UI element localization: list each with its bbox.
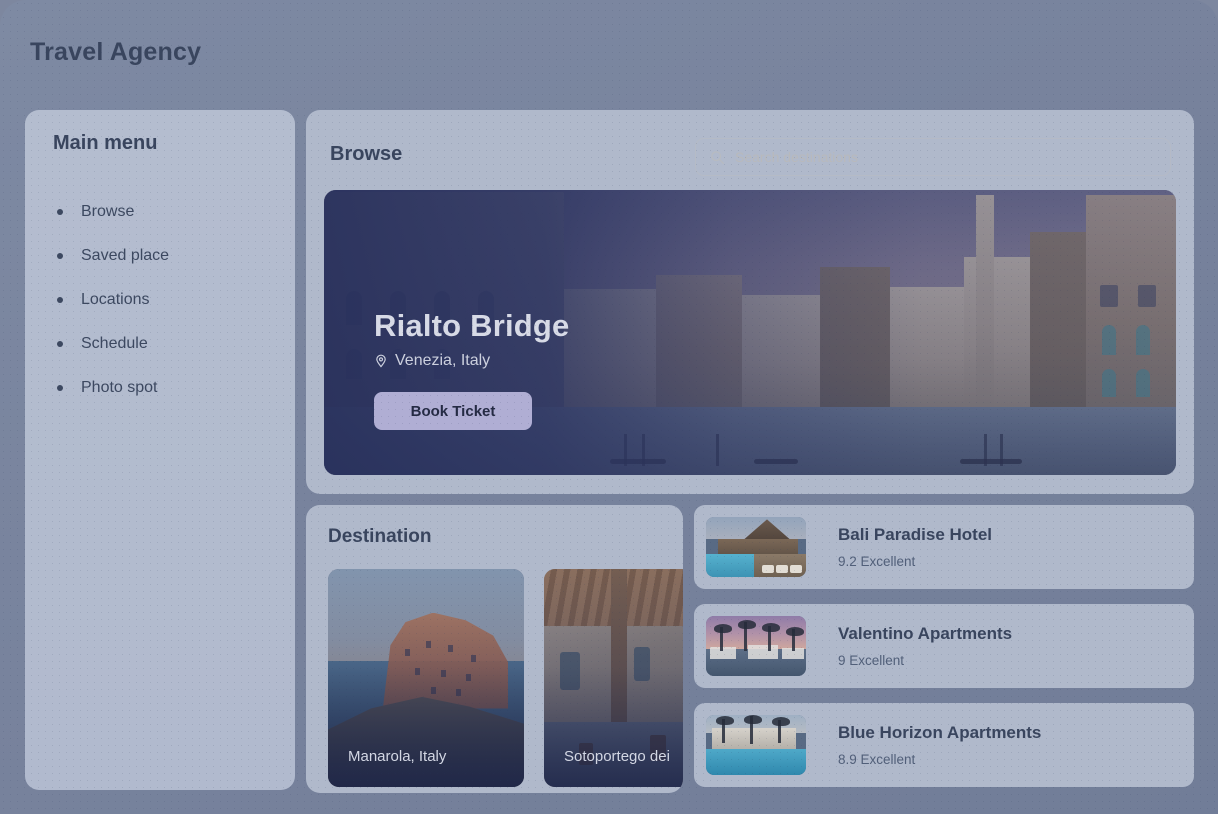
app-title: Travel Agency [30, 38, 202, 66]
bullet-icon [57, 341, 63, 347]
hotel-thumbnail [706, 715, 806, 775]
destination-panel: Destination Manarola, Italy Sotoportego … [306, 505, 683, 793]
hotel-card-valentino-apartments[interactable]: Valentino Apartments 9 Excellent [694, 604, 1194, 688]
hotel-card-blue-horizon-apartments[interactable]: Blue Horizon Apartments 8.9 Excellent [694, 703, 1194, 787]
bullet-icon [57, 253, 63, 259]
hero-card[interactable]: Rialto Bridge Venezia, Italy Book Ticket [324, 190, 1176, 475]
hero-location-label: Venezia, Italy [395, 352, 491, 369]
hero-location: Venezia, Italy [374, 352, 804, 370]
bottom-row: Destination Manarola, Italy Sotoportego … [306, 505, 1194, 804]
hotel-rating: 9.2 Excellent [838, 554, 916, 569]
sidebar-menu: Browse Saved place Locations Schedule Ph… [53, 190, 267, 410]
sidebar: Main menu Browse Saved place Locations S… [25, 110, 295, 790]
search-icon [710, 150, 725, 165]
search-input[interactable] [735, 149, 1170, 165]
hotel-rating: 9 Excellent [838, 653, 905, 668]
hero-content: Rialto Bridge Venezia, Italy Book Ticket [374, 308, 804, 430]
search-field[interactable] [695, 138, 1171, 176]
destination-title: Destination [328, 526, 432, 547]
sidebar-item-label: Schedule [81, 335, 148, 352]
destination-card-sotoportego[interactable]: Sotoportego dei [544, 569, 683, 787]
sidebar-item-label: Photo spot [81, 379, 158, 396]
hero-heading: Rialto Bridge [374, 308, 570, 343]
sidebar-item-saved-place[interactable]: Saved place [53, 234, 267, 278]
bullet-icon [57, 297, 63, 303]
sidebar-item-locations[interactable]: Locations [53, 278, 267, 322]
app-window: Travel Agency Main menu Browse Saved pla… [0, 0, 1218, 814]
book-ticket-button[interactable]: Book Ticket [374, 392, 532, 430]
hotel-name: Bali Paradise Hotel [838, 525, 993, 544]
hotel-thumbnail [706, 616, 806, 676]
hotel-thumbnail [706, 517, 806, 577]
bullet-icon [57, 385, 63, 391]
sidebar-item-browse[interactable]: Browse [53, 190, 267, 234]
destination-card-strip[interactable]: Manarola, Italy Sotoportego dei [328, 569, 683, 787]
destination-caption: Sotoportego dei [564, 748, 670, 765]
hotel-card-bali-paradise[interactable]: Bali Paradise Hotel 9.2 Excellent [694, 505, 1194, 589]
sidebar-item-schedule[interactable]: Schedule [53, 322, 267, 366]
bullet-icon [57, 209, 63, 215]
hotel-list: Bali Paradise Hotel 9.2 Excellent Valent… [694, 505, 1194, 802]
sidebar-item-label: Saved place [81, 247, 170, 264]
main-content: Browse Search destinations Rialto Bridge… [306, 110, 1194, 804]
destination-caption: Manarola, Italy [348, 748, 447, 765]
hotel-name: Valentino Apartments [838, 624, 1013, 643]
map-pin-icon [374, 354, 388, 368]
browse-panel: Browse Search destinations Rialto Bridge… [306, 110, 1194, 494]
sidebar-item-label: Locations [81, 291, 150, 308]
destination-card-manarola[interactable]: Manarola, Italy [328, 569, 524, 787]
hotel-name: Blue Horizon Apartments [838, 723, 1042, 742]
title-bar: Travel Agency [0, 0, 1218, 110]
browse-title: Browse [330, 143, 403, 165]
sidebar-title: Main menu [53, 132, 158, 154]
hotel-rating: 8.9 Excellent [838, 752, 916, 767]
sidebar-item-photo-spot[interactable]: Photo spot [53, 366, 267, 410]
sidebar-item-label: Browse [81, 203, 135, 220]
